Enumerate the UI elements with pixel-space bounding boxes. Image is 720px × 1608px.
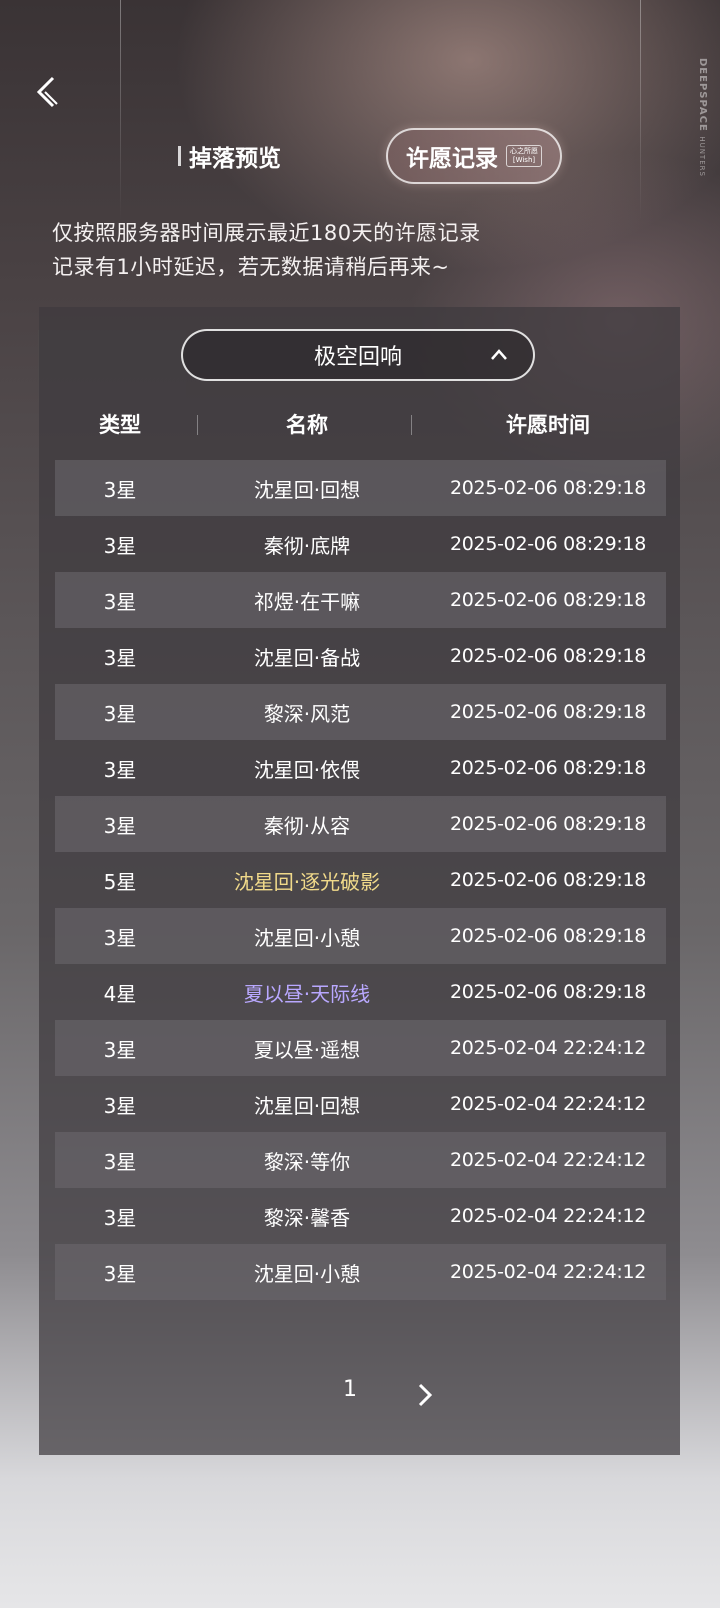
- row-type: 3星: [103, 477, 137, 502]
- row-name: 黎深·馨香: [263, 1205, 351, 1230]
- back-button[interactable]: [28, 72, 64, 112]
- row-name: 沈星回·小憩: [253, 925, 361, 950]
- row-name: 夏以昼·天际线: [243, 981, 371, 1006]
- tab-bar: 掉落预览 许愿记录 心之所愿 [Wish]: [0, 128, 720, 184]
- table-row: 3星 秦彻·底牌 2025-02-06 08:29:18: [55, 516, 666, 572]
- row-type: 3星: [103, 645, 137, 670]
- decor-light-line-left: [120, 0, 121, 220]
- row-type: 3星: [103, 533, 137, 558]
- table-row: 3星 黎深·等你 2025-02-04 22:24:12: [55, 1132, 666, 1188]
- row-name: 沈星回·回想: [253, 477, 361, 502]
- row-time: 2025-02-06 08:29:18: [449, 589, 647, 611]
- row-time: 2025-02-06 08:29:18: [449, 981, 647, 1003]
- row-time: 2025-02-06 08:29:18: [449, 701, 647, 723]
- current-page-number[interactable]: 1: [343, 1377, 357, 1402]
- pagination: 1: [39, 1375, 680, 1415]
- notice-line-1: 仅按照服务器时间展示最近180天的许愿记录: [52, 221, 481, 245]
- chevron-right-icon[interactable]: [413, 1381, 437, 1409]
- row-type: 3星: [103, 1149, 137, 1174]
- row-name: 沈星回·依偎: [253, 757, 361, 782]
- row-name: 沈星回·逐光破影: [233, 869, 381, 894]
- row-time: 2025-02-06 08:29:18: [449, 813, 647, 835]
- row-name: 黎深·风范: [263, 701, 351, 726]
- row-name: 沈星回·备战: [253, 645, 361, 670]
- row-time: 2025-02-06 08:29:18: [449, 533, 647, 555]
- table-row: 3星 黎深·风范 2025-02-06 08:29:18: [55, 684, 666, 740]
- row-type: 3星: [103, 589, 137, 614]
- notice-line-2: 记录有1小时延迟，若无数据请稍后再来~: [52, 255, 450, 279]
- table-row: 3星 沈星回·备战 2025-02-06 08:29:18: [55, 628, 666, 684]
- row-type: 4星: [103, 981, 137, 1006]
- table-row: 4星 夏以昼·天际线 2025-02-06 08:29:18: [55, 964, 666, 1020]
- row-name: 秦彻·底牌: [263, 533, 351, 558]
- table-row: 3星 夏以昼·遥想 2025-02-04 22:24:12: [55, 1020, 666, 1076]
- wish-tag-line1: 心之所愿: [510, 147, 538, 155]
- row-name: 祁煜·在干嘛: [253, 589, 361, 614]
- record-list: 3星 沈星回·回想 2025-02-06 08:29:18 3星 秦彻·底牌 2025-0…: [55, 460, 666, 1300]
- row-time: 2025-02-06 08:29:18: [449, 645, 647, 667]
- wish-tag-badge: 心之所愿 [Wish]: [506, 145, 542, 167]
- table-row: 3星 沈星回·回想 2025-02-06 08:29:18: [55, 460, 666, 516]
- tab-drop-preview-label: 掉落预览: [189, 145, 281, 172]
- header-name: 名称: [286, 412, 328, 437]
- row-name: 秦彻·从容: [263, 813, 351, 838]
- tab-wish-record[interactable]: 许愿记录 心之所愿 [Wish]: [386, 128, 562, 184]
- row-time: 2025-02-04 22:24:12: [449, 1205, 647, 1227]
- table-row: 3星 沈星回·依偎 2025-02-06 08:29:18: [55, 740, 666, 796]
- decor-light-line-right: [640, 0, 641, 220]
- row-time: 2025-02-06 08:29:18: [449, 757, 647, 779]
- row-type: 3星: [103, 1205, 137, 1230]
- row-name: 夏以昼·遥想: [253, 1037, 361, 1062]
- row-time: 2025-02-06 08:29:18: [449, 477, 647, 499]
- table-row: 5星 沈星回·逐光破影 2025-02-06 08:29:18: [55, 852, 666, 908]
- back-chevron-icon: [36, 76, 58, 108]
- row-time: 2025-02-04 22:24:12: [449, 1261, 647, 1283]
- row-type: 3星: [103, 1093, 137, 1118]
- table-row: 3星 祁煜·在干嘛 2025-02-06 08:29:18: [55, 572, 666, 628]
- wish-tag-line2: [Wish]: [512, 156, 536, 164]
- row-type: 3星: [103, 1261, 137, 1286]
- row-type: 3星: [103, 925, 137, 950]
- header-type: 类型: [99, 412, 141, 437]
- row-time: 2025-02-06 08:29:18: [449, 869, 647, 891]
- table-row: 3星 沈星回·小憩 2025-02-04 22:24:12: [55, 1244, 666, 1300]
- pool-dropdown-value: 极空回响: [313, 345, 402, 370]
- record-panel: 极空回响 类型 名称 许愿时间 3星 沈星回·回想 2025-02-06 08:29…: [39, 307, 680, 1455]
- tab-drop-preview[interactable]: 掉落预览: [178, 140, 281, 172]
- row-time: 2025-02-06 08:29:18: [449, 925, 647, 947]
- tab-divider: [178, 146, 181, 166]
- table-row: 3星 秦彻·从容 2025-02-06 08:29:18: [55, 796, 666, 852]
- row-time: 2025-02-04 22:24:12: [449, 1093, 647, 1115]
- table-header: 类型 名称 许愿时间: [39, 403, 680, 447]
- pool-dropdown[interactable]: 极空回响: [181, 329, 535, 381]
- table-row: 3星 沈星回·小憩 2025-02-06 08:29:18: [55, 908, 666, 964]
- row-type: 3星: [103, 1037, 137, 1062]
- tab-wish-record-label: 许愿记录: [406, 145, 498, 172]
- row-type: 5星: [103, 869, 137, 894]
- row-name: 沈星回·回想: [253, 1093, 361, 1118]
- row-time: 2025-02-04 22:24:12: [449, 1037, 647, 1059]
- row-name: 沈星回·小憩: [253, 1261, 361, 1286]
- header-divider: [411, 415, 412, 435]
- row-type: 3星: [103, 813, 137, 838]
- brand-main: DEEPSPACE: [697, 58, 708, 132]
- notice-text: 仅按照服务器时间展示最近180天的许愿记录 记录有1小时延迟，若无数据请稍后再来…: [52, 216, 652, 284]
- row-time: 2025-02-04 22:24:12: [449, 1149, 647, 1171]
- table-row: 3星 沈星回·回想 2025-02-04 22:24:12: [55, 1076, 666, 1132]
- row-name: 黎深·等你: [263, 1149, 351, 1174]
- table-row: 3星 黎深·馨香 2025-02-04 22:24:12: [55, 1188, 666, 1244]
- header-time: 许愿时间: [506, 412, 590, 437]
- row-type: 3星: [103, 701, 137, 726]
- row-type: 3星: [103, 757, 137, 782]
- chevron-up-icon: [491, 349, 507, 360]
